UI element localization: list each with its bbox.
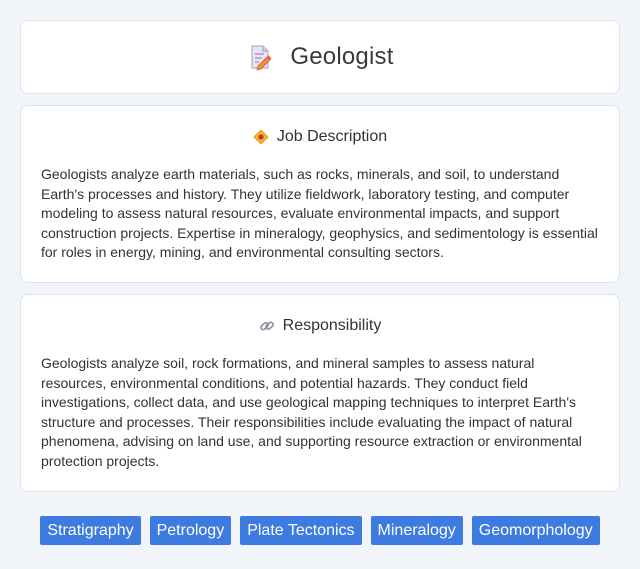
diamond-badge-icon [253,129,269,145]
page-title: Geologist [290,43,394,70]
header-card: Geologist [20,20,620,94]
tag-stratigraphy[interactable]: Stratigraphy [40,516,141,545]
responsibility-header: Responsibility [21,317,619,335]
tag-plate-tectonics[interactable]: Plate Tectonics [240,516,362,545]
responsibility-heading: Responsibility [282,317,382,334]
job-description-heading: Job Description [276,128,388,145]
link-icon [259,318,275,334]
page: Geologist Job Description Geologists ana… [0,0,640,569]
job-description-text: Geologists analyze earth materials, such… [41,166,598,261]
tag-mineralogy[interactable]: Mineralogy [370,516,463,545]
skill-tags: Stratigraphy Petrology Plate Tectonics M… [0,516,640,545]
tag-geomorphology[interactable]: Geomorphology [471,516,600,545]
responsibility-card: Responsibility Geologists analyze soil, … [20,294,620,492]
job-description-header: Job Description [21,128,619,146]
tag-petrology[interactable]: Petrology [149,516,232,545]
responsibility-text: Geologists analyze soil, rock formations… [41,355,582,469]
job-description-card: Job Description Geologists analyze earth… [20,105,620,283]
document-edit-icon [246,43,274,71]
